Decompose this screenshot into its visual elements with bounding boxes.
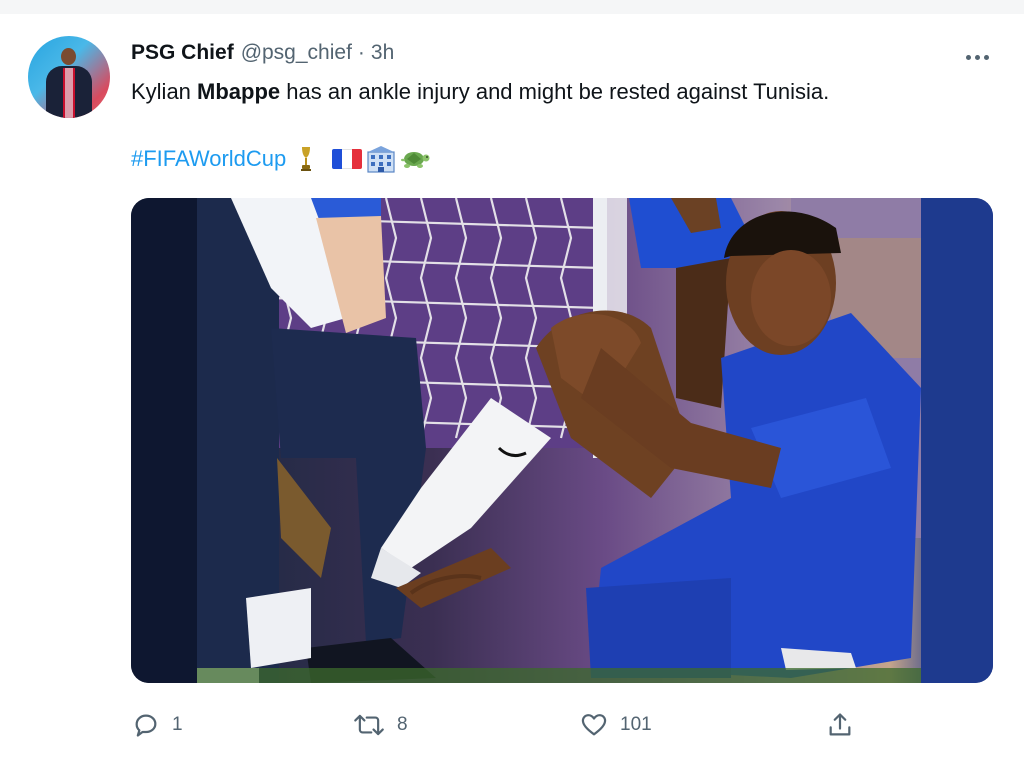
photo-scene	[131, 198, 993, 683]
retweet-count: 8	[397, 714, 408, 735]
france-flag-icon	[332, 149, 363, 169]
tweet-photo[interactable]	[131, 198, 993, 683]
tweet-timestamp[interactable]: 3h	[371, 41, 394, 65]
like-button[interactable]: 101	[580, 710, 652, 740]
retweet-icon	[353, 711, 385, 739]
share-button[interactable]	[826, 710, 854, 740]
heart-icon	[580, 711, 608, 739]
author-name[interactable]: PSG Chief	[131, 41, 234, 65]
tweet-text: Kylian Mbappe has an ankle injury and mi…	[131, 77, 829, 107]
trophy-icon	[300, 146, 312, 172]
hashtag-line: #FIFAWorldCup	[131, 144, 430, 174]
like-count: 101	[620, 714, 652, 735]
header-separator: ·	[357, 41, 365, 64]
tweet-header: PSG Chief @psg_chief · 3h	[131, 41, 394, 69]
tweet-text-prefix: Kylian	[131, 79, 198, 104]
building-icon	[366, 144, 396, 174]
author-handle[interactable]: @psg_chief	[241, 41, 352, 65]
tweet-text-suffix: has an ankle injury and might be rested …	[280, 79, 830, 104]
top-separator	[0, 0, 1024, 14]
reply-icon	[132, 711, 160, 739]
more-options-icon[interactable]	[961, 50, 993, 64]
reply-count: 1	[172, 714, 183, 735]
tweet-card[interactable]: PSG Chief @psg_chief · 3h Kylian Mbappe …	[0, 14, 1024, 759]
avatar[interactable]	[28, 36, 110, 118]
turtle-icon	[400, 148, 430, 170]
share-icon	[826, 711, 854, 739]
tweet-text-bold: Mbappe	[197, 79, 281, 104]
hashtag-link[interactable]: #FIFAWorldCup	[131, 146, 286, 172]
reply-button[interactable]: 1	[132, 710, 183, 740]
action-bar: 1 8 101	[0, 710, 1024, 742]
retweet-button[interactable]: 8	[353, 710, 408, 740]
